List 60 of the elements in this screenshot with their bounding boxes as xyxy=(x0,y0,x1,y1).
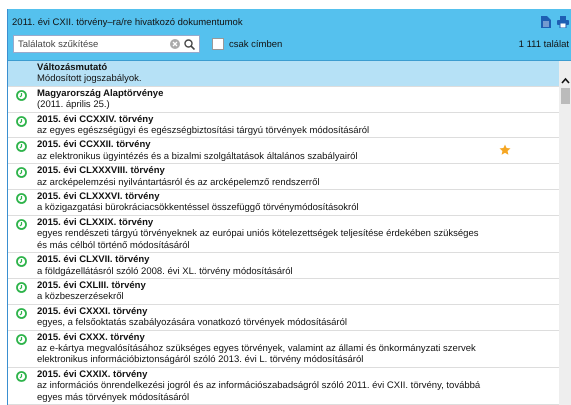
clock-icon xyxy=(16,334,26,345)
item-description: a közigazgatási bürokráciacsökkentéssel összefüggő törvénymódosításokról xyxy=(37,202,360,214)
list-item[interactable]: 2015. évi CXXXI. törvény egyes, a felsőoktatás szabályozására vonatkozó törvények módosításáról xyxy=(8,304,559,331)
result-count: 1 111 találat xyxy=(518,38,570,50)
clock-icon xyxy=(16,116,26,127)
item-description: egyes rendészeti tárgyú törvényeknek az európai uniós kötelezettségek teljesítése érdekében szükséges és más célból történő módosításáról xyxy=(37,228,480,252)
scrollbar[interactable] xyxy=(559,61,571,405)
list-item[interactable]: 2015. évi CXLIII. törvény a közbeszerzésekről xyxy=(8,278,559,305)
item-title: 2015. évi CLXVII. törvény xyxy=(37,254,150,266)
document-icon[interactable] xyxy=(541,16,551,28)
item-description: a közbeszerzésekről xyxy=(37,291,125,303)
checkbox-label: csak címben xyxy=(229,38,282,50)
item-title: 2015. évi CXXXI. törvény xyxy=(37,306,148,318)
item-description: az elektronikus ügyintézés és a bizalmi szolgáltatások általános szabályairól xyxy=(37,150,359,162)
list-item[interactable] xyxy=(8,330,559,368)
list-item[interactable]: 2015. évi CCXXII. törvény az elektronikus ügyintézés és a bizalmi szolgáltatások általános szabályairól xyxy=(8,138,559,164)
item-title: 2015. évi CLXXXVI. törvény xyxy=(37,191,161,202)
item-description: az arcképelemzési nyilvántartásról és az arcképelemző rendszerről xyxy=(37,176,320,188)
checkbox[interactable] xyxy=(212,38,224,50)
clock-icon xyxy=(16,370,26,382)
item-title: 2015. évi CXXIX. törvény xyxy=(37,368,148,380)
item-title: 2015. évi CLXXXVIII. törvény xyxy=(37,165,166,177)
list-item[interactable]: Változásmutató Módosított jogszabályok. xyxy=(8,61,559,87)
clock-icon xyxy=(16,308,26,319)
clock-icon xyxy=(16,167,26,178)
search-icon[interactable] xyxy=(184,38,195,50)
scroll-up-icon[interactable] xyxy=(560,77,570,84)
clock-icon xyxy=(16,282,26,293)
list-item[interactable]: 2015. évi CCXXIV. törvény az egyes egészségügyi és egészségbiztosítási tárgyú törvények módosításáról xyxy=(8,112,559,138)
item-description: az információs önrendelkezési jogról és az információszabadságról szóló 2011. évi CXII. törvény, továbbá egyes más törvények módosításáról xyxy=(37,380,482,403)
item-title: 2015. évi CXLIII. törvény xyxy=(37,280,147,292)
item-title: Magyarország Alaptörvénye xyxy=(37,88,164,100)
clock-icon xyxy=(16,90,26,101)
scrollbar-thumb[interactable] xyxy=(560,88,570,104)
item-title: 2015. évi CCXXIV. törvény xyxy=(37,114,154,126)
item-description: Módosított jogszabályok. xyxy=(37,73,143,85)
item-description: az egyes egészségügyi és egészségbiztosítási tárgyú törvények módosításáról xyxy=(37,125,370,136)
clock-icon xyxy=(16,193,26,204)
list-item[interactable]: 2015. évi CLXVII. törvény a földgázellátásról szóló 2008. évi XL. törvény módosításáról xyxy=(8,253,559,279)
item-description: az e-kártya megvalósításához szükséges egyes törvények, valamint az állami és önkormányzati szervek elektronikus információbiztonságáról szóló 2013. évi L. törvény módosításáról xyxy=(37,342,477,366)
item-title: 2015. évi CLXXIX. törvény xyxy=(37,216,154,228)
clear-icon[interactable] xyxy=(170,39,180,49)
clock-icon xyxy=(16,218,26,230)
window-title: 2011. évi CXII. törvény–ra/re hivatkozó dokumentumok xyxy=(12,16,243,28)
search-field[interactable]: Találatok szűkítése xyxy=(13,35,200,53)
item-title: 2015. évi CXXX. törvény xyxy=(37,332,146,343)
item-title: Változásmutató xyxy=(37,62,108,74)
item-description: a földgázellátásról szóló 2008. évi XL. törvény módosításáról xyxy=(37,266,294,277)
clock-icon xyxy=(16,141,26,152)
clock-icon xyxy=(16,256,26,268)
list-item[interactable]: 2015. évi CLXXXVI. törvény a közigazgatási bürokráciacsökkentéssel összefüggő törvénymódosításokról xyxy=(8,190,559,216)
item-description: (2011. április 25.) xyxy=(37,99,111,111)
item-description: egyes, a felsőoktatás szabályozására vonatkozó törvények módosításáról xyxy=(37,317,348,329)
star-icon[interactable] xyxy=(499,144,511,156)
item-title: 2015. évi CCXXII. törvény xyxy=(37,139,152,151)
list-item[interactable]: 2015. évi CXXIX. törvény az információs önrendelkezési jogról és az információszabadságról szóló 2011. évi CXII. törvény, továbbá egyes más törvények módosításáról xyxy=(8,368,559,405)
list-item[interactable]: 2015. évi CLXXXVIII. törvény az arcképelemzési nyilvántartásról és az arcképelemző rendszerről xyxy=(8,164,559,190)
list-item[interactable]: Magyarország Alaptörvénye (2011. április 25.) xyxy=(8,86,559,113)
printer-icon[interactable] xyxy=(557,16,569,28)
list-item[interactable]: 2015. évi CLXXIX. törvény egyes rendészeti tárgyú törvényeknek az európai uniós kötelezettségek teljesítése érdekében szükséges és más célból történő módosításáról xyxy=(8,216,559,254)
